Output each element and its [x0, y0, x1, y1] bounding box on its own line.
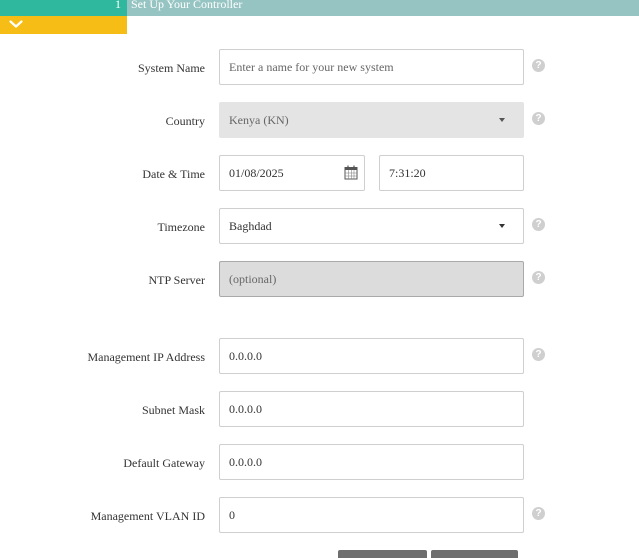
footer-button-right[interactable] — [431, 550, 518, 558]
collapse-toggle-button[interactable] — [0, 16, 127, 34]
chevron-down-icon — [9, 20, 23, 28]
subnet-mask-value: 0.0.0.0 — [229, 402, 262, 416]
timezone-value: Baghdad — [229, 219, 272, 233]
ntp-server-help-icon[interactable]: ? — [532, 271, 545, 284]
system-name-help-icon[interactable]: ? — [532, 59, 545, 72]
caret-down-icon — [499, 118, 505, 122]
default-gateway-label: Default Gateway — [123, 456, 205, 470]
default-gateway-value: 0.0.0.0 — [229, 455, 262, 469]
step-number: 1 — [115, 0, 121, 11]
ntp-server-input[interactable] — [219, 261, 524, 297]
ntp-server-label: NTP Server — [148, 273, 205, 287]
country-value: Kenya (KN) — [229, 113, 289, 127]
timezone-select[interactable]: Baghdad — [219, 208, 524, 244]
step-header: 1 Set Up Your Controller — [0, 0, 639, 16]
subnet-mask-input[interactable]: 0.0.0.0 — [219, 391, 524, 427]
country-select[interactable]: Kenya (KN) — [219, 102, 524, 138]
calendar-icon[interactable] — [344, 165, 358, 180]
setup-page: 1 Set Up Your Controller System Name ? C… — [0, 0, 639, 558]
date-time-label: Date & Time — [142, 167, 205, 181]
caret-down-icon — [499, 224, 505, 228]
timezone-label: Timezone — [157, 220, 205, 234]
footer-button-left[interactable] — [338, 550, 427, 558]
management-vlan-value: 0 — [229, 508, 235, 522]
management-ip-label: Management IP Address — [87, 350, 205, 364]
step-title: Set Up Your Controller — [131, 0, 243, 11]
date-input[interactable]: 01/08/2025 — [219, 155, 365, 191]
subnet-mask-label: Subnet Mask — [142, 403, 205, 417]
management-ip-help-icon[interactable]: ? — [532, 348, 545, 361]
time-input[interactable]: 7:31:20 — [379, 155, 524, 191]
system-name-input[interactable] — [219, 49, 524, 85]
management-vlan-help-icon[interactable]: ? — [532, 507, 545, 520]
date-value: 01/08/2025 — [229, 166, 284, 180]
time-value: 7:31:20 — [389, 166, 426, 180]
step-header-accent — [0, 0, 127, 16]
system-name-label: System Name — [138, 61, 205, 75]
default-gateway-input[interactable]: 0.0.0.0 — [219, 444, 524, 480]
management-ip-value: 0.0.0.0 — [229, 349, 262, 363]
country-help-icon[interactable]: ? — [532, 112, 545, 125]
management-ip-input[interactable]: 0.0.0.0 — [219, 338, 524, 374]
timezone-help-icon[interactable]: ? — [532, 218, 545, 231]
management-vlan-label: Management VLAN ID — [90, 509, 205, 523]
management-vlan-input[interactable]: 0 — [219, 497, 524, 533]
country-label: Country — [165, 114, 205, 128]
